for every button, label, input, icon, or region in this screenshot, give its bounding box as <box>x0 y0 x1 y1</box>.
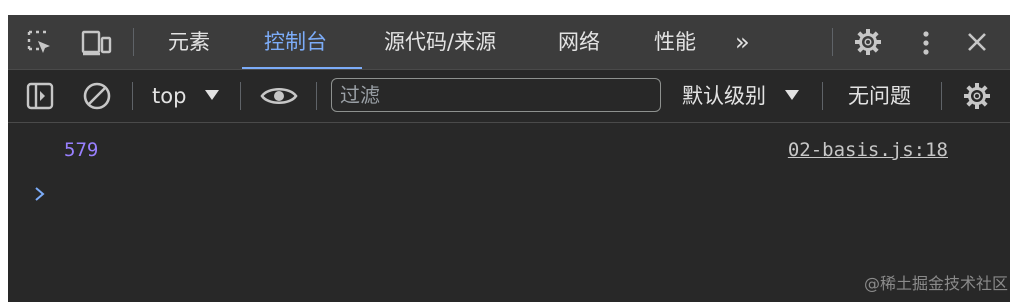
settings-gear-icon[interactable] <box>853 27 883 57</box>
source-link[interactable]: 02-basis.js:18 <box>788 139 948 161</box>
tab-performance[interactable]: 性能 <box>654 15 696 69</box>
separator <box>133 28 134 56</box>
devtools-tabbar: 元素 控制台 源代码/来源 网络 性能 » <box>8 15 1010 70</box>
log-levels-dropdown[interactable]: 默认级别 <box>682 70 766 122</box>
issues-counter-button[interactable]: 无问题 <box>848 70 911 122</box>
context-selector[interactable]: top <box>152 70 186 122</box>
devtools-panel: 元素 控制台 源代码/来源 网络 性能 » top 过滤 默认级别 无问题 57… <box>8 15 1010 302</box>
live-expression-eye-icon[interactable] <box>260 84 298 108</box>
separator <box>941 82 942 110</box>
separator <box>132 82 133 110</box>
separator <box>316 82 317 110</box>
console-prompt-chevron-icon[interactable] <box>34 186 46 202</box>
active-tab-indicator <box>242 67 362 69</box>
tab-elements[interactable]: 元素 <box>168 15 210 69</box>
separator <box>822 82 823 110</box>
watermark: @稀土掘金技术社区 <box>863 274 1008 293</box>
inspect-element-icon[interactable] <box>26 29 54 57</box>
chevron-down-icon[interactable] <box>784 88 800 102</box>
chevron-down-icon[interactable] <box>204 88 220 102</box>
separator <box>832 28 833 56</box>
separator <box>240 82 241 110</box>
close-icon[interactable] <box>966 31 988 53</box>
clear-console-icon[interactable] <box>82 81 112 111</box>
more-options-icon[interactable] <box>920 29 932 57</box>
tab-console[interactable]: 控制台 <box>264 15 327 69</box>
console-settings-gear-icon[interactable] <box>962 81 992 111</box>
device-toolbar-icon[interactable] <box>80 29 112 57</box>
console-toolbar: top 默认级别 无问题 <box>8 70 1010 123</box>
console-log-value: 579 <box>64 139 99 161</box>
tab-network[interactable]: 网络 <box>558 15 600 69</box>
tab-sources[interactable]: 源代码/来源 <box>384 15 496 69</box>
more-tabs-button[interactable]: » <box>735 15 750 69</box>
sidebar-toggle-icon[interactable] <box>26 82 54 110</box>
filter-input[interactable] <box>331 78 661 112</box>
